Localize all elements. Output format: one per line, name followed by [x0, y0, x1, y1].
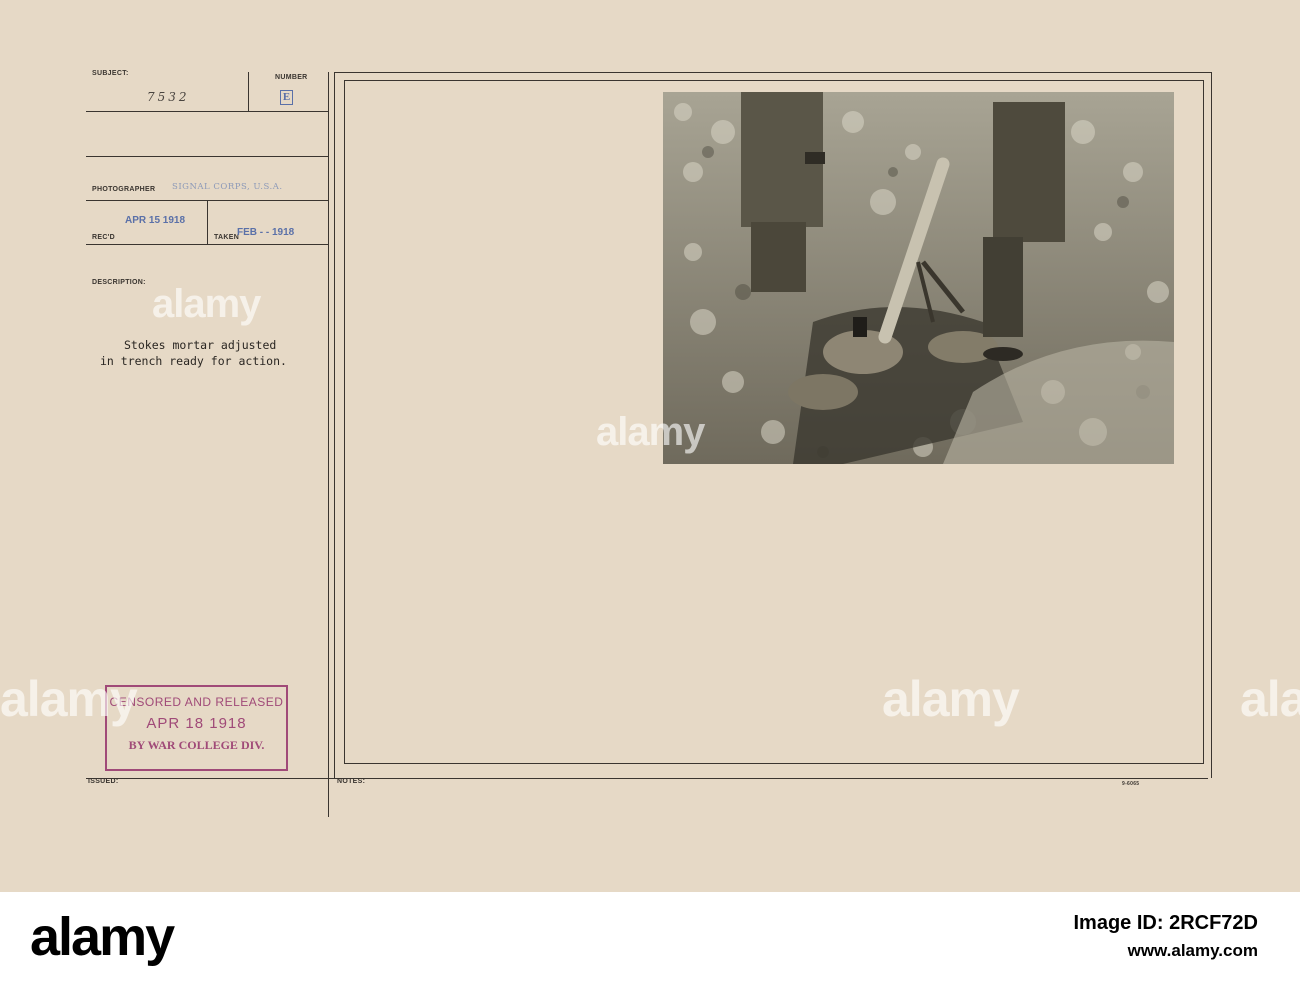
number-letter-stamp: E [280, 90, 293, 105]
alamy-logo: alamy [30, 907, 175, 967]
form-code: 9-6065 [1122, 781, 1140, 787]
rule-above-photographer [86, 156, 329, 157]
label-notes: NOTES: [337, 778, 366, 785]
label-description: DESCRIPTION: [92, 279, 146, 286]
watermark-5: alamy [1240, 671, 1300, 727]
frame-inner-right [1203, 80, 1204, 763]
label-subject: SUBJECT: [92, 70, 129, 77]
frame-inner-left [344, 80, 345, 763]
rule-subject-number-divider [248, 72, 249, 112]
taken-date: FEB - - 1918 [237, 227, 295, 238]
image-id: Image ID: 2RCF72D [1073, 912, 1259, 934]
description-line-2: in trench ready for action. [100, 354, 287, 368]
watermark-4: alamy [882, 671, 1020, 727]
frame-outer-right [1211, 72, 1212, 778]
description-line-1: Stokes mortar adjusted [124, 338, 277, 352]
archive-card: SUBJECT: NUMBER PHOTOGRAPHER REC'D TAKEN… [0, 0, 1300, 892]
rule-recd-taken-divider [207, 200, 208, 244]
frame-inner-bottom [344, 763, 1204, 764]
censor-line-3: BY WAR COLLEGE DIV. [128, 738, 265, 752]
rule-left-vertical [328, 72, 329, 817]
frame-outer-top [334, 72, 1212, 73]
rule-under-subject [86, 111, 329, 112]
frame-outer-left [334, 72, 335, 778]
subject-number: 7532 [147, 90, 190, 104]
frame-inner-top [344, 80, 1204, 81]
label-taken: TAKEN [214, 234, 240, 241]
trench-photograph [663, 92, 1174, 464]
label-photographer: PHOTOGRAPHER [92, 186, 156, 193]
rule-bottom [86, 778, 1208, 779]
footer-info: Image ID: 2RCF72D www.alamy.com [1074, 912, 1259, 961]
rule-under-dates [86, 244, 329, 245]
label-issued: ISSUED: [88, 778, 119, 785]
trench-photograph-image [663, 92, 1174, 464]
label-recd: REC'D [92, 234, 115, 241]
watermark-2: alamy [596, 410, 705, 454]
watermark-1: alamy [152, 282, 261, 326]
photographer-value: SIGNAL CORPS, U.S.A. [172, 182, 283, 192]
label-number: NUMBER [275, 74, 308, 81]
watermark-3: alamy [0, 671, 138, 727]
footer-url[interactable]: www.alamy.com [1074, 941, 1258, 961]
recd-date: APR 15 1918 [125, 215, 186, 226]
